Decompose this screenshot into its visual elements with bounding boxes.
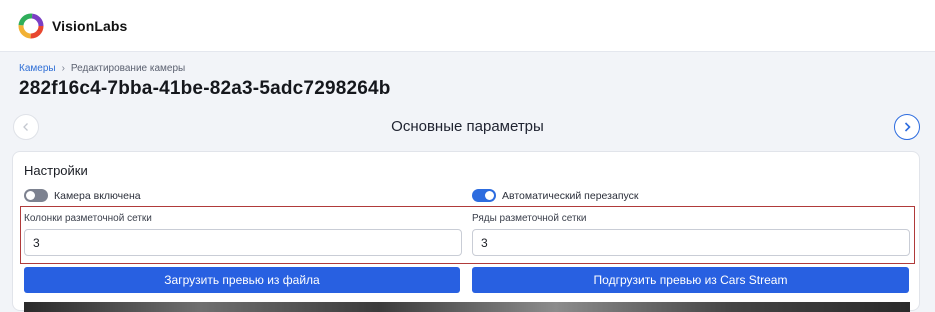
breadcrumb-separator: › — [61, 63, 65, 74]
top-bar: VisionLabs — [0, 0, 935, 52]
auto-restart-toggle[interactable] — [472, 189, 496, 202]
breadcrumb-cameras-link[interactable]: Камеры — [19, 63, 56, 74]
camera-preview-image — [24, 302, 910, 312]
upload-preview-button[interactable]: Загрузить превью из файла — [24, 267, 460, 293]
next-section-button[interactable] — [894, 114, 920, 140]
camera-enabled-label: Камера включена — [54, 189, 141, 202]
grid-rows-input[interactable] — [472, 229, 910, 256]
grid-rows-label: Ряды разметочной сетки — [472, 213, 587, 224]
grid-columns-input[interactable] — [24, 229, 462, 256]
grid-columns-label: Колонки разметочной сетки — [24, 213, 152, 224]
page-title: 282f16c4-7bba-41be-82a3-5adc7298264b — [19, 78, 391, 99]
auto-restart-row: Автоматический перезапуск — [472, 189, 638, 202]
settings-title: Настройки — [24, 163, 88, 178]
camera-enabled-row: Камера включена — [24, 189, 141, 202]
section-title: Основные параметры — [391, 118, 544, 135]
brand-name[interactable]: VisionLabs — [52, 18, 127, 34]
chevron-right-icon — [904, 122, 911, 132]
visionlabs-logo-icon[interactable] — [18, 13, 44, 39]
breadcrumb: Камеры › Редактирование камеры — [19, 63, 185, 74]
camera-enabled-toggle[interactable] — [24, 189, 48, 202]
settings-card: Настройки Камера включена Автоматический… — [12, 151, 920, 312]
auto-restart-label: Автоматический перезапуск — [502, 189, 639, 202]
breadcrumb-current: Редактирование камеры — [70, 63, 186, 74]
fetch-preview-button[interactable]: Подгрузить превью из Cars Stream — [472, 267, 909, 293]
